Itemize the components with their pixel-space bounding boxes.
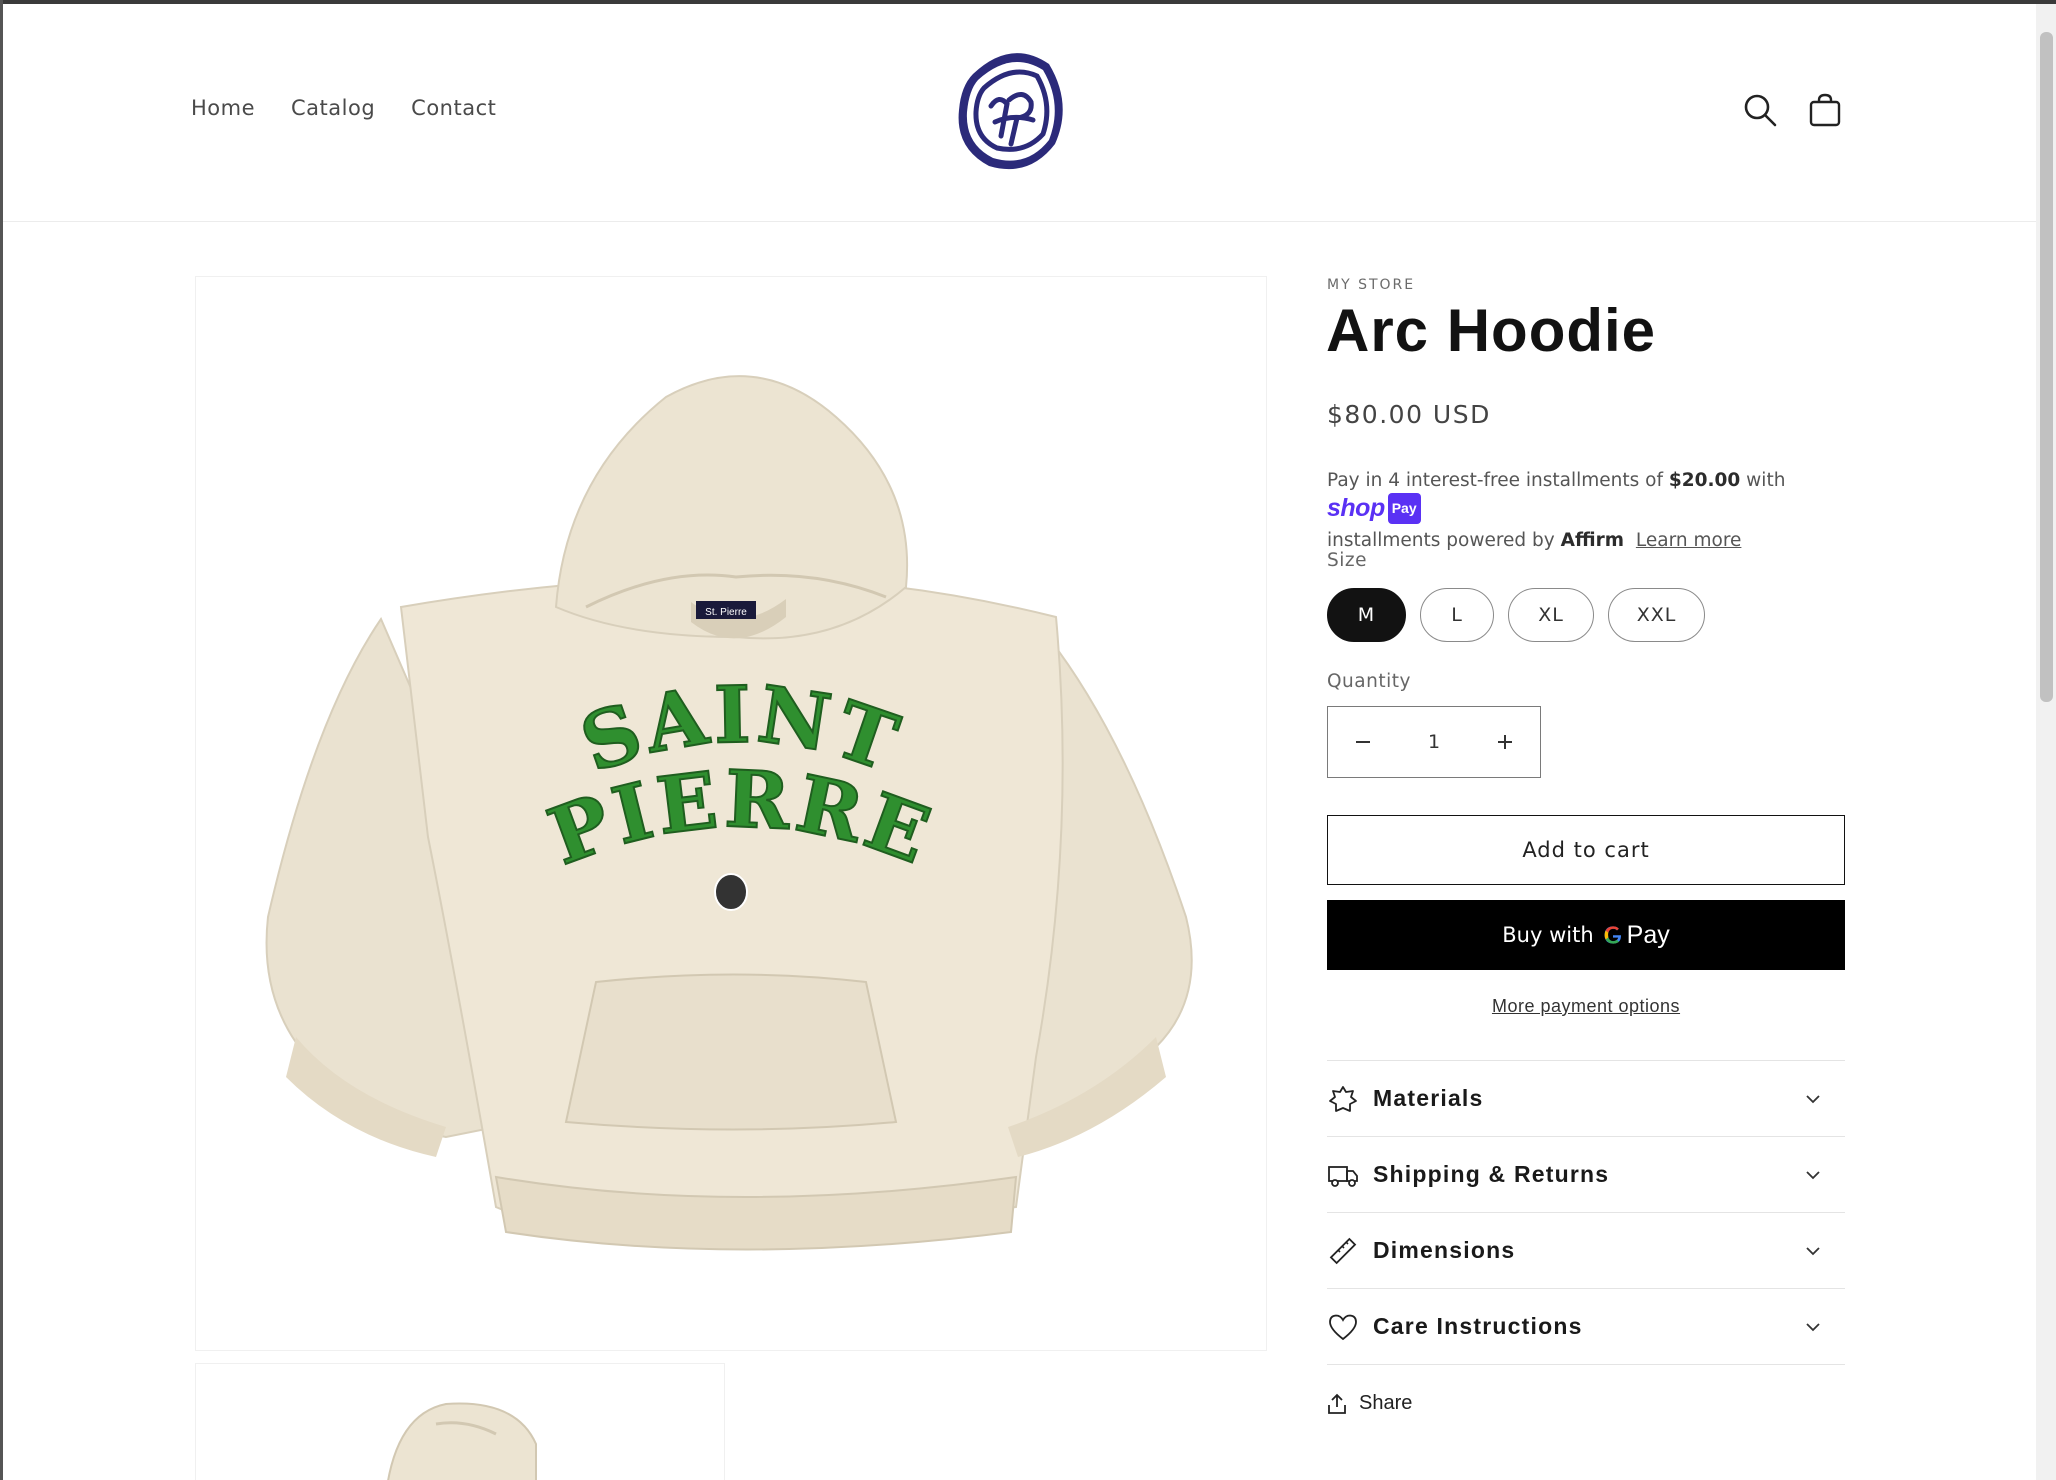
minus-icon [1356, 741, 1370, 743]
google-pay-logo: Pay [1602, 921, 1670, 950]
installment-amount: $20.00 [1668, 470, 1741, 491]
hoodie-illustration: St. Pierre SAINT PIERRE [265, 375, 1193, 1251]
product-thumbnail[interactable] [195, 1363, 725, 1480]
accordion-shipping-returns[interactable]: Shipping & Returns [1327, 1136, 1845, 1212]
main-nav: Home Catalog Contact [191, 96, 496, 120]
size-selector: M L XL XXL [1327, 588, 1705, 642]
chevron-down-icon [1805, 1317, 1825, 1337]
window-left-border [0, 0, 3, 1480]
share-button[interactable]: Share [1327, 1392, 1412, 1415]
shop-pay-logo: shop Pay [1327, 493, 1421, 524]
scrollbar-thumb[interactable] [2040, 32, 2053, 702]
accordion-label: Materials [1373, 1085, 1484, 1111]
product-price: $80.00 USD [1327, 400, 1491, 429]
heart-icon [1327, 1311, 1359, 1343]
quantity-increase-button[interactable] [1470, 707, 1540, 777]
quantity-label: Quantity [1327, 671, 1411, 692]
size-label: Size [1327, 550, 1367, 571]
search-icon[interactable] [1742, 92, 1778, 128]
learn-more-link[interactable]: Learn more [1636, 530, 1742, 551]
share-icon [1328, 1393, 1346, 1414]
google-pay-button[interactable]: Buy with Pay [1327, 900, 1845, 970]
quantity-stepper: 1 [1327, 706, 1541, 778]
installments-prefix: Pay in 4 interest-free installments of [1327, 470, 1663, 491]
accordion-label: Shipping & Returns [1373, 1161, 1610, 1187]
gpay-prefix: Buy with [1502, 923, 1594, 947]
nav-contact[interactable]: Contact [411, 96, 496, 120]
product-main-image[interactable]: St. Pierre SAINT PIERRE [195, 276, 1267, 1351]
ruler-icon [1327, 1235, 1359, 1267]
accordion-label: Dimensions [1373, 1237, 1516, 1263]
affirm-brand: Affirm [1560, 530, 1624, 551]
chevron-down-icon [1805, 1241, 1825, 1261]
size-option-xxl[interactable]: XXL [1608, 588, 1705, 642]
accordion-label: Care Instructions [1373, 1313, 1583, 1339]
size-option-m[interactable]: M [1327, 588, 1406, 642]
nav-catalog[interactable]: Catalog [291, 96, 375, 120]
google-g-icon [1604, 926, 1621, 944]
page-scrollbar[interactable] [2036, 4, 2056, 1480]
accordion-dimensions[interactable]: Dimensions [1327, 1212, 1845, 1288]
size-option-xl[interactable]: XL [1508, 588, 1594, 642]
chevron-down-icon [1805, 1089, 1825, 1109]
quantity-decrease-button[interactable] [1328, 707, 1398, 777]
quantity-input[interactable]: 1 [1404, 731, 1464, 753]
truck-icon [1327, 1159, 1359, 1191]
cart-icon[interactable] [1807, 92, 1843, 128]
add-to-cart-button[interactable]: Add to cart [1327, 815, 1845, 885]
product-vendor: MY STORE [1327, 277, 1416, 293]
hoodie-tag: St. Pierre [705, 607, 747, 618]
installments-line2: installments powered by [1327, 530, 1555, 551]
materials-icon [1327, 1083, 1359, 1115]
share-label: Share [1359, 1392, 1413, 1414]
more-payment-options: More payment options [1327, 996, 1845, 1017]
accordion-care-instructions[interactable]: Care Instructions [1327, 1288, 1845, 1364]
more-payment-options-link[interactable]: More payment options [1492, 996, 1680, 1016]
installments-banner: Pay in 4 interest-free installments of $… [1327, 466, 1867, 555]
size-option-l[interactable]: L [1420, 588, 1494, 642]
installments-with: with [1746, 470, 1786, 491]
product-title: Arc Hoodie [1326, 297, 1657, 364]
chevron-down-icon [1805, 1165, 1825, 1185]
accordion-materials[interactable]: Materials [1327, 1060, 1845, 1136]
accordion-divider [1327, 1364, 1845, 1365]
nav-home[interactable]: Home [191, 96, 255, 120]
shop-pay-badge: Pay [1387, 493, 1421, 524]
plus-icon [1498, 735, 1512, 749]
gpay-brand: Pay [1626, 920, 1670, 949]
store-logo[interactable] [951, 44, 1069, 174]
shop-pay-brand: shop [1327, 494, 1385, 522]
